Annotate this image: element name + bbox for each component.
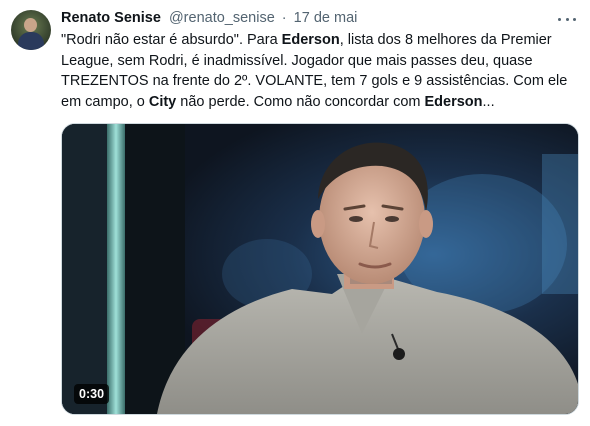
avatar[interactable] <box>11 10 51 50</box>
tweet-date[interactable]: 17 de mai <box>294 10 358 26</box>
tweet-text-segment: "Rodri não estar é absurdo". Para <box>61 32 282 48</box>
more-dot <box>565 17 569 21</box>
tweet-header: Renato Senise @renato_senise · 17 de mai <box>61 9 550 27</box>
tweet-text-bold-segment: Ederson <box>424 93 483 110</box>
more-dot <box>573 17 576 21</box>
tweet-text: "Rodri não estar é absurdo". Para Ederso… <box>61 30 576 112</box>
more-horizontal-icon[interactable] <box>558 10 576 28</box>
more-dot <box>558 17 561 21</box>
avatar-head <box>24 18 37 32</box>
tweet-text-bold-segment: Ederson <box>281 32 340 48</box>
author-handle[interactable]: @renato_senise <box>169 10 275 26</box>
tweet-card[interactable]: Renato Senise @renato_senise · 17 de mai… <box>0 0 590 426</box>
video-player[interactable]: 0:30 <box>61 123 579 415</box>
tweet-text-segment: ... <box>482 93 495 110</box>
header-separator: · <box>281 10 287 26</box>
author-name[interactable]: Renato Senise <box>61 10 161 26</box>
tweet-text-segment: não perde. Como não concordar com <box>176 93 425 110</box>
avatar-body <box>18 32 44 50</box>
tweet-text-bold-segment: City <box>148 93 177 110</box>
video-duration-badge: 0:30 <box>74 384 110 404</box>
video-thumbnail <box>62 124 578 414</box>
